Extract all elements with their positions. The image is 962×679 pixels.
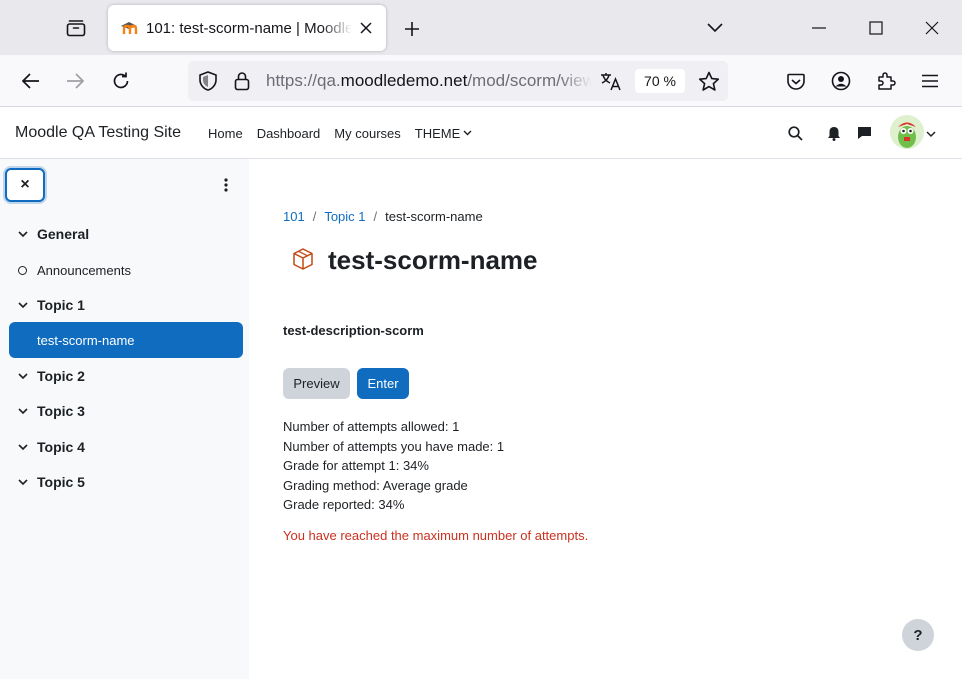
grade-reported: Grade reported: 34%: [283, 497, 405, 512]
attempts-allowed: Number of attempts allowed: 1: [283, 419, 460, 434]
attempt-info: Number of attempts allowed: 1 Number of …: [283, 417, 504, 515]
item-label: Announcements: [37, 262, 131, 278]
grading-method: Grading method: Average grade: [283, 477, 468, 493]
course-item-announcements[interactable]: Announcements: [18, 258, 131, 282]
activity-description: test-description-scorm: [283, 323, 424, 338]
search-icon[interactable]: [785, 123, 805, 143]
section-label: Topic 5: [37, 474, 85, 490]
browser-nav-bar: https://qa.moodledemo.net/mod/scorm/view…: [0, 55, 962, 107]
section-label: Topic 4: [37, 439, 85, 455]
url-text[interactable]: https://qa.moodledemo.net/mod/scorm/view…: [266, 71, 592, 91]
nav-home[interactable]: Home: [208, 126, 243, 141]
chevron-down-icon[interactable]: [18, 443, 30, 451]
tracking-protection-shield-icon[interactable]: [197, 70, 219, 92]
address-bar[interactable]: https://qa.moodledemo.net/mod/scorm/view…: [188, 61, 728, 101]
course-section-topic-1[interactable]: Topic 1: [18, 293, 85, 317]
lock-icon[interactable]: [231, 70, 253, 92]
forward-icon[interactable]: [59, 65, 91, 97]
course-section-topic-2[interactable]: Topic 2: [18, 364, 85, 388]
scorm-package-icon: [291, 247, 317, 273]
enter-button[interactable]: Enter: [357, 368, 409, 399]
browser-tab-bar: 101: test-scorm-name | Moodle QA Testing…: [0, 0, 962, 55]
window-close-icon[interactable]: [915, 12, 949, 44]
zoom-level-badge[interactable]: 70 %: [635, 69, 685, 93]
chevron-down-icon[interactable]: [18, 230, 30, 238]
messages-icon[interactable]: [854, 123, 874, 143]
site-header: Moodle QA Testing Site Home Dashboard My…: [0, 107, 962, 159]
notifications-bell-icon[interactable]: [824, 123, 844, 143]
help-button[interactable]: ?: [902, 619, 934, 651]
page-title: test-scorm-name: [328, 245, 538, 275]
pocket-icon[interactable]: [780, 65, 812, 97]
max-attempts-warning: You have reached the maximum number of a…: [283, 528, 589, 543]
new-tab-icon[interactable]: [398, 15, 426, 43]
translate-icon[interactable]: [600, 70, 622, 92]
tab-manager-icon[interactable]: [60, 14, 92, 42]
close-icon: ×: [20, 176, 30, 193]
course-index-drawer: × General Announcements Topic 1 test-sco…: [0, 159, 249, 679]
section-label: Topic 2: [37, 368, 85, 384]
chevron-down-icon[interactable]: [18, 478, 30, 486]
nav-my-courses[interactable]: My courses: [334, 126, 400, 141]
user-menu-chevron-icon[interactable]: [926, 125, 936, 143]
bookmark-star-icon[interactable]: [698, 70, 720, 92]
tab-title: 101: test-scorm-name | Moodle QA Testing…: [146, 19, 352, 37]
breadcrumb-section[interactable]: Topic 1: [324, 209, 365, 224]
breadcrumb-current: test-scorm-name: [385, 209, 483, 224]
url-prefix: https://qa.: [266, 71, 341, 90]
app-menu-icon[interactable]: [914, 65, 946, 97]
breadcrumb-separator: /: [312, 209, 317, 224]
url-path: /mod/scorm/view.php?id=: [467, 71, 592, 90]
back-icon[interactable]: [15, 65, 47, 97]
breadcrumb-separator: /: [373, 209, 378, 224]
chevron-down-icon[interactable]: [18, 301, 30, 309]
moodle-favicon-icon: [120, 20, 140, 36]
breadcrumb: 101 / Topic 1 / test-scorm-name: [283, 209, 483, 224]
maximize-icon[interactable]: [859, 12, 893, 44]
chevron-down-icon: [463, 130, 472, 136]
nav-theme-dropdown[interactable]: THEME: [415, 126, 473, 141]
main-content: 101 / Topic 1 / test-scorm-name test-sco…: [249, 159, 962, 679]
chevron-down-icon[interactable]: [18, 407, 30, 415]
close-course-index-button[interactable]: ×: [5, 168, 45, 202]
course-section-topic-3[interactable]: Topic 3: [18, 399, 85, 423]
section-label: Topic 1: [37, 297, 85, 313]
browser-tab-active[interactable]: 101: test-scorm-name | Moodle QA Testing…: [108, 5, 386, 51]
course-section-topic-5[interactable]: Topic 5: [18, 470, 85, 494]
account-icon[interactable]: [825, 65, 857, 97]
course-item-test-scorm-active[interactable]: test-scorm-name: [9, 322, 243, 358]
minimize-icon[interactable]: [802, 12, 836, 44]
course-section-general[interactable]: General: [18, 222, 89, 246]
nav-theme-label: THEME: [414, 125, 461, 141]
list-all-tabs-icon[interactable]: [698, 12, 732, 44]
course-index-options-icon[interactable]: [218, 174, 234, 196]
section-label: General: [37, 226, 90, 242]
chevron-down-icon[interactable]: [18, 372, 30, 380]
primary-navigation: Home Dashboard My courses THEME: [208, 107, 486, 159]
course-section-topic-4[interactable]: Topic 4: [18, 435, 85, 459]
reload-icon[interactable]: [105, 65, 137, 97]
site-name[interactable]: Moodle QA Testing Site: [15, 124, 181, 142]
user-avatar[interactable]: [890, 115, 924, 149]
extensions-icon[interactable]: [870, 65, 902, 97]
grade-attempt-1: Grade for attempt 1: 34%: [283, 458, 429, 473]
preview-button[interactable]: Preview: [283, 368, 350, 399]
tab-close-icon[interactable]: [356, 18, 376, 38]
completion-circle-icon: [18, 265, 27, 275]
url-host: moodledemo.net: [340, 71, 468, 90]
nav-dashboard[interactable]: Dashboard: [257, 126, 321, 141]
section-label: Topic 3: [37, 403, 85, 419]
attempts-made: Number of attempts you have made: 1: [283, 438, 505, 454]
breadcrumb-course[interactable]: 101: [283, 209, 305, 224]
